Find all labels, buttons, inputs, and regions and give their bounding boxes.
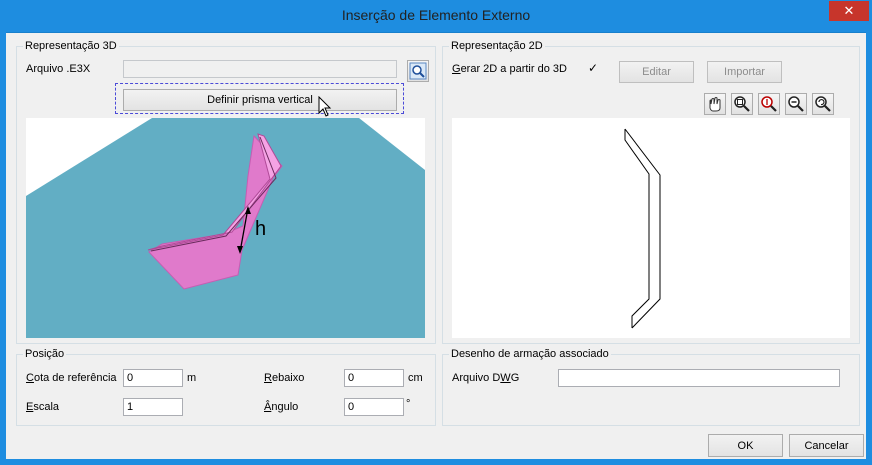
generate-2d-label: Gerar 2D a partir do 3D — [452, 63, 567, 75]
group-representacao-2d-legend: Representação 2D — [451, 40, 543, 52]
pan-button[interactable] — [704, 93, 726, 115]
preview-2d-drawing — [624, 128, 661, 329]
title-bar[interactable]: Inserção de Elemento Externo ✕ — [0, 0, 872, 33]
dwg-file-label: Arquivo DWG — [452, 372, 520, 384]
outline-2d-outer — [624, 129, 650, 328]
group-desenho-armacao: Desenho de armação associado — [442, 348, 860, 426]
height-label: h — [255, 218, 266, 240]
zoom-window-button[interactable] — [731, 93, 753, 115]
zoom-previous-icon — [815, 96, 831, 112]
preview-3d-canvas[interactable]: h — [26, 118, 425, 338]
scale-input[interactable] — [123, 398, 183, 416]
import-2d-button[interactable]: Importar — [707, 61, 782, 83]
browse-file-button[interactable] — [407, 60, 429, 82]
zoom-out-icon — [788, 96, 804, 112]
angle-unit: ° — [406, 398, 411, 410]
floor-plane — [26, 118, 425, 338]
window-frame-left — [0, 32, 6, 465]
pan-hand-icon — [709, 97, 721, 112]
define-vertical-prism-button[interactable]: Definir prisma vertical — [123, 89, 397, 111]
zoom-window-icon — [734, 96, 750, 112]
edit-2d-button[interactable]: Editar — [619, 61, 694, 83]
outline-2d-inner — [624, 128, 661, 329]
group-desenho-armacao-legend: Desenho de armação associado — [451, 348, 609, 360]
angle-label: Ângulo — [264, 401, 299, 413]
cursor-arrow-icon — [318, 96, 332, 117]
scale-label: Escala — [26, 401, 60, 413]
cancel-button[interactable]: Cancelar — [789, 434, 864, 457]
ref-elevation-unit: m — [187, 372, 197, 384]
window-title: Inserção de Elemento Externo — [341, 7, 531, 23]
rebaixo-input[interactable] — [344, 369, 404, 387]
magnifier-folder-icon — [409, 62, 427, 80]
ok-button[interactable]: OK — [708, 434, 783, 457]
file-e3x-label: Arquivo .E3X — [26, 63, 91, 75]
generate-2d-checkbox[interactable]: ✓ — [587, 62, 599, 74]
rebaixo-label: Rebaixo — [264, 372, 305, 384]
zoom-out-button[interactable] — [785, 93, 807, 115]
angle-input[interactable] — [344, 398, 404, 416]
window-frame-bottom — [0, 459, 872, 465]
preview-2d-canvas[interactable] — [452, 118, 850, 338]
ref-elevation-label: Cota de referência — [26, 372, 117, 384]
ref-elevation-input[interactable] — [123, 369, 183, 387]
preview-3d-scene: h — [26, 118, 425, 338]
group-posicao-legend: Posição — [25, 348, 65, 360]
zoom-previous-button[interactable] — [812, 93, 834, 115]
file-e3x-input[interactable] — [123, 60, 397, 78]
close-button[interactable]: ✕ — [829, 1, 869, 21]
window-frame-right — [866, 32, 872, 465]
dwg-file-input[interactable] — [558, 369, 840, 387]
rebaixo-unit: cm — [408, 372, 423, 384]
zoom-extents-button[interactable] — [758, 93, 780, 115]
group-representacao-3d-legend: Representação 3D — [25, 40, 117, 52]
zoom-extents-icon — [761, 96, 777, 112]
